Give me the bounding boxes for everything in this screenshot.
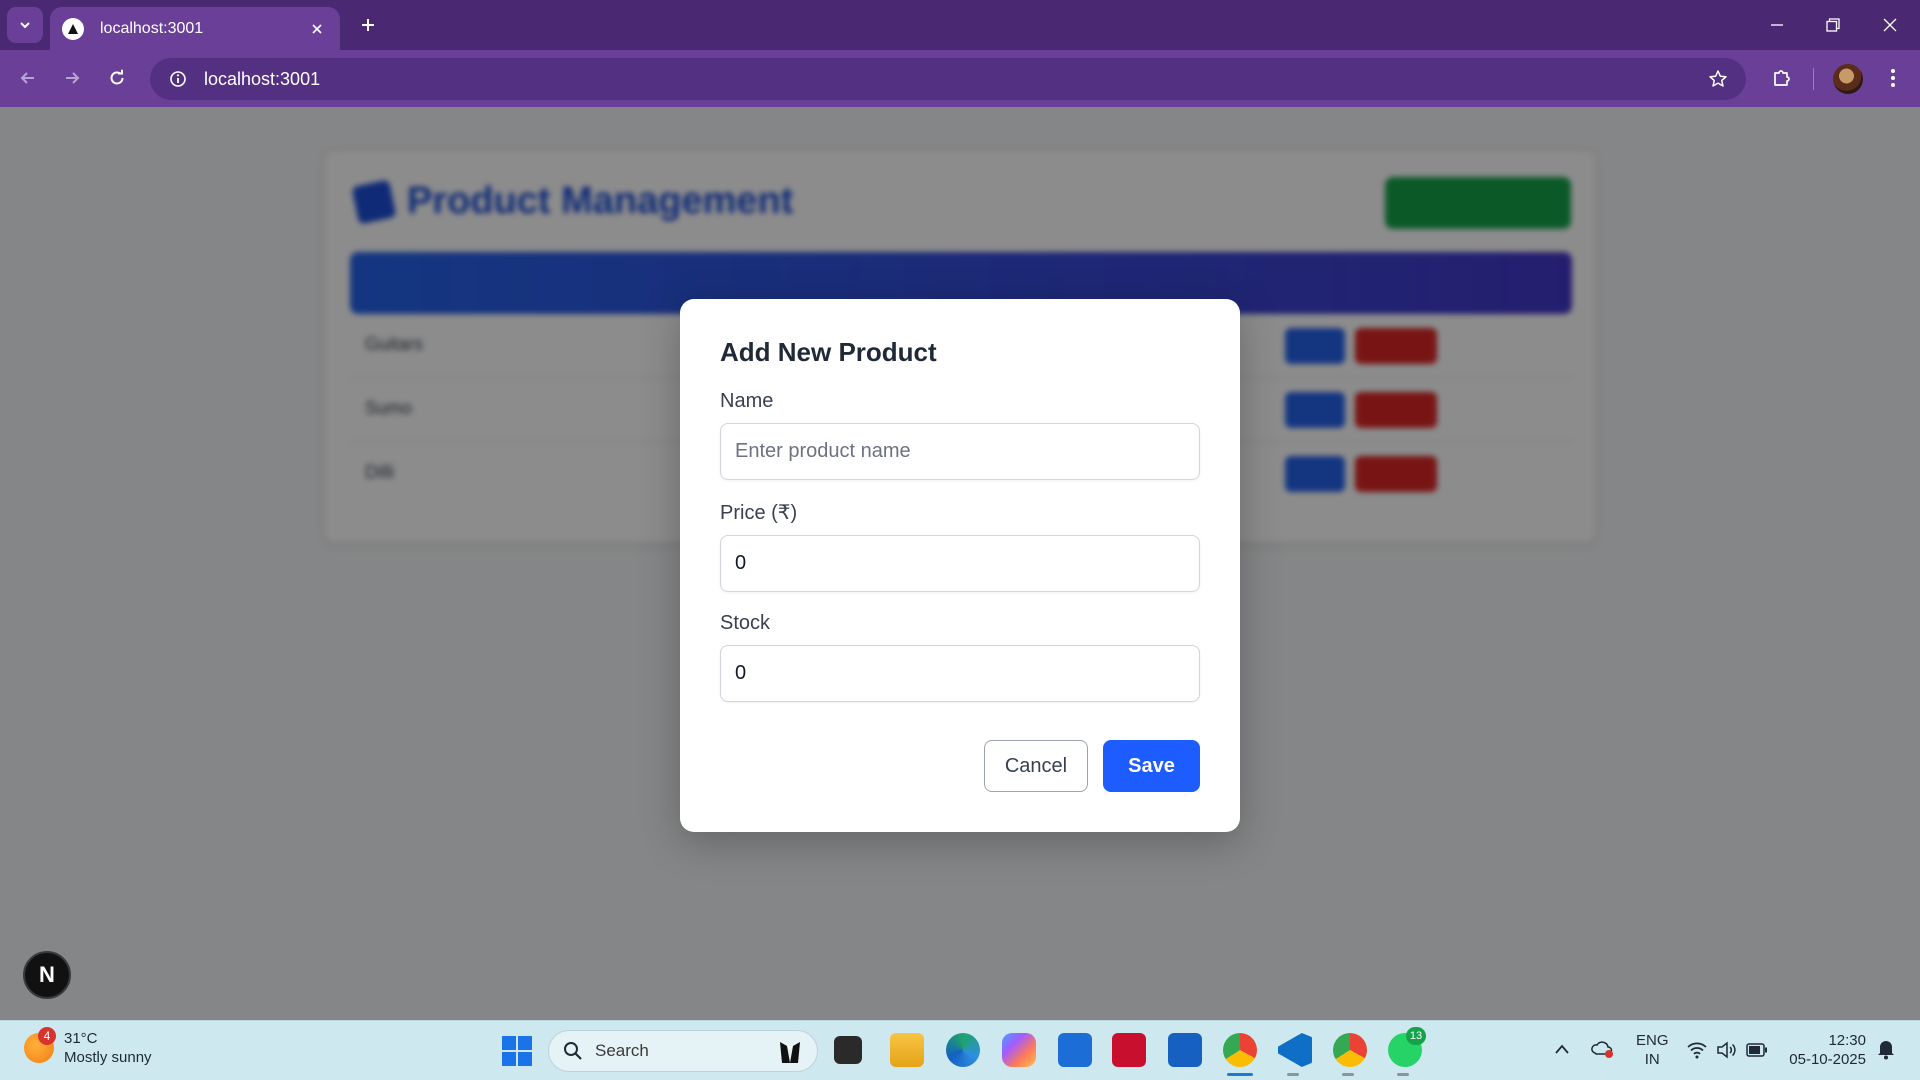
site-info-icon[interactable] xyxy=(158,59,198,99)
reload-icon xyxy=(110,69,124,85)
dialog-title: Add New Product xyxy=(720,337,937,367)
whatsapp-icon[interactable]: 13 xyxy=(1388,1027,1426,1067)
nextjs-dev-indicator[interactable]: N xyxy=(23,951,71,999)
back-button[interactable] xyxy=(8,58,48,98)
tab-close-icon[interactable] xyxy=(306,18,328,40)
language-indicator[interactable]: ENG IN xyxy=(1636,1031,1669,1069)
battery-icon[interactable] xyxy=(1746,1043,1768,1057)
profile-avatar[interactable] xyxy=(1833,64,1863,94)
tab-title: localhost:3001 xyxy=(100,19,204,37)
mcafee-icon[interactable] xyxy=(1112,1033,1146,1067)
price-input[interactable] xyxy=(720,535,1200,592)
tuxedo-icon xyxy=(780,1042,800,1063)
search-icon xyxy=(564,1042,582,1060)
more-vert-icon xyxy=(1891,69,1895,87)
taskbar-search[interactable]: Search xyxy=(548,1030,818,1072)
task-view-icon[interactable] xyxy=(834,1036,862,1064)
minimize-button[interactable] xyxy=(1758,6,1796,44)
app-icon[interactable] xyxy=(1168,1033,1202,1067)
chrome-profile-icon[interactable] xyxy=(1333,1033,1367,1067)
windows-start-icon[interactable] xyxy=(502,1036,532,1066)
puzzle-icon xyxy=(1774,70,1790,86)
active-app-indicator xyxy=(1227,1073,1253,1076)
stock-input[interactable] xyxy=(720,645,1200,702)
whatsapp-badge: 13 xyxy=(1406,1027,1426,1045)
edge-icon[interactable] xyxy=(946,1033,980,1067)
name-label: Name xyxy=(720,390,774,412)
ms-store-icon[interactable] xyxy=(1058,1033,1092,1067)
notification-bell-icon[interactable] xyxy=(1876,1038,1896,1060)
weather-widget[interactable]: 4 31°C Mostly sunny xyxy=(24,1027,152,1067)
clock[interactable]: 12:30 05-10-2025 xyxy=(1786,1031,1866,1069)
restore-icon xyxy=(1826,18,1840,32)
forward-button[interactable] xyxy=(52,58,92,98)
browser-tab-bar: localhost:3001 xyxy=(0,0,1920,50)
price-label: Price (₹) xyxy=(720,502,798,524)
minimize-icon xyxy=(1771,24,1783,26)
reload-button[interactable] xyxy=(97,58,137,98)
volume-icon[interactable] xyxy=(1716,1041,1736,1059)
browser-toolbar: localhost:3001 xyxy=(0,50,1920,107)
address-bar[interactable]: localhost:3001 xyxy=(150,58,1746,100)
onedrive-icon[interactable] xyxy=(1590,1039,1614,1059)
dialog-actions: Cancel Save xyxy=(984,740,1200,792)
search-label: Search xyxy=(595,1041,649,1060)
chrome-icon[interactable] xyxy=(1223,1033,1257,1067)
restore-button[interactable] xyxy=(1814,6,1852,44)
sun-icon: 4 xyxy=(24,1027,56,1063)
plus-icon xyxy=(362,19,374,31)
close-window-button[interactable] xyxy=(1871,6,1909,44)
favicon-icon xyxy=(62,17,84,40)
bookmark-star-icon[interactable] xyxy=(1698,59,1738,99)
weather-desc: Mostly sunny xyxy=(64,1049,152,1066)
running-app-indicator xyxy=(1287,1073,1299,1076)
chevron-up-icon[interactable] xyxy=(1554,1043,1570,1055)
vscode-icon[interactable] xyxy=(1278,1033,1312,1067)
lang-code: ENG xyxy=(1636,1032,1669,1049)
close-icon xyxy=(1883,18,1897,32)
chevron-down-icon xyxy=(20,22,30,29)
page-viewport: Product Management Guitars Sumo Dilli N … xyxy=(0,107,1920,1020)
cancel-button[interactable]: Cancel xyxy=(984,740,1088,792)
wifi-icon[interactable] xyxy=(1686,1041,1708,1059)
new-tab-button[interactable] xyxy=(352,9,384,41)
clock-date: 05-10-2025 xyxy=(1789,1051,1866,1068)
clock-time: 12:30 xyxy=(1828,1032,1866,1049)
running-app-indicator xyxy=(1397,1073,1409,1076)
add-product-dialog: Add New Product Name Price (₹) Stock Can… xyxy=(680,299,1240,832)
tab-search-button[interactable] xyxy=(7,7,43,43)
notification-badge: 4 xyxy=(38,1027,56,1045)
weather-temp: 31°C xyxy=(64,1030,98,1047)
url-text[interactable]: localhost:3001 xyxy=(204,69,1698,90)
running-app-indicator xyxy=(1342,1073,1354,1076)
browser-menu-button[interactable] xyxy=(1873,58,1913,98)
copilot-icon[interactable] xyxy=(1002,1033,1036,1067)
browser-tab[interactable]: localhost:3001 xyxy=(50,7,340,50)
stock-label: Stock xyxy=(720,612,771,634)
windows-taskbar: 4 31°C Mostly sunny Search 13 ENG IN 12:… xyxy=(0,1020,1920,1080)
extensions-button[interactable] xyxy=(1762,58,1802,98)
arrow-right-icon xyxy=(66,72,80,84)
product-name-input[interactable] xyxy=(720,423,1200,480)
arrow-left-icon xyxy=(20,72,34,84)
toolbar-divider xyxy=(1813,68,1814,90)
save-button[interactable]: Save xyxy=(1103,740,1200,792)
file-explorer-icon[interactable] xyxy=(890,1033,924,1067)
lang-region: IN xyxy=(1644,1051,1660,1068)
